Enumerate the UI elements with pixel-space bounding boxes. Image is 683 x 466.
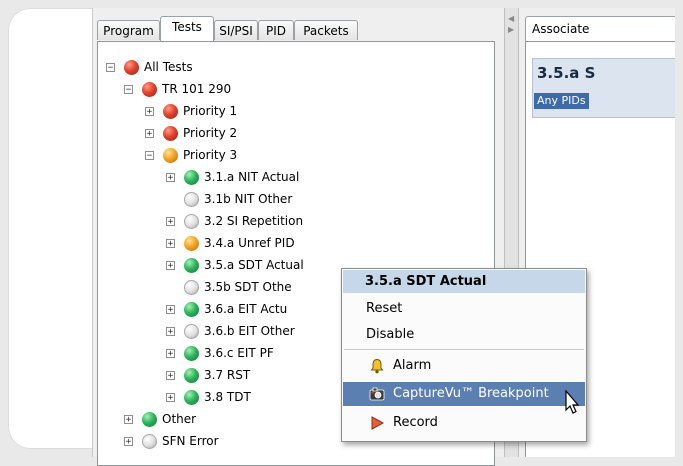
tab-packets[interactable]: Packets bbox=[294, 20, 358, 40]
tree-node[interactable]: + Other bbox=[124, 408, 196, 430]
associated-pid-filter[interactable]: Any PIDs bbox=[534, 93, 589, 109]
tree-node[interactable]: + Priority 1 bbox=[145, 100, 237, 122]
status-orange-icon bbox=[163, 147, 178, 163]
expand-icon[interactable]: + bbox=[166, 304, 175, 314]
status-green-icon bbox=[184, 257, 199, 273]
tree-node[interactable]: + SFN Error bbox=[124, 430, 219, 452]
tree-node-label: All Tests bbox=[144, 60, 193, 74]
expand-icon[interactable]: + bbox=[145, 128, 154, 138]
tree-node-label: Priority 3 bbox=[183, 148, 238, 162]
expand-icon[interactable]: + bbox=[166, 216, 175, 226]
tree-node[interactable]: 3.1b NIT Other bbox=[166, 188, 292, 210]
status-green-icon bbox=[184, 301, 199, 317]
expand-icon[interactable]: + bbox=[124, 436, 133, 446]
status-red-icon bbox=[163, 125, 178, 141]
tree-node-label: 3.1b NIT Other bbox=[204, 192, 293, 206]
expand-icon[interactable]: + bbox=[166, 370, 175, 380]
tree-node-label: 3.5.a SDT Actual bbox=[204, 258, 304, 272]
expand-icon[interactable]: + bbox=[145, 106, 154, 116]
context-menu-title: 3.5.a SDT Actual bbox=[343, 270, 585, 293]
status-green-icon bbox=[184, 169, 199, 185]
tree-node[interactable]: + Priority 2 bbox=[145, 122, 237, 144]
collapse-left-icon[interactable]: ◀ bbox=[508, 14, 514, 23]
menu-item-record[interactable]: Record bbox=[343, 411, 585, 434]
camera-icon bbox=[369, 387, 385, 401]
menu-item-capturevu-label: CaptureVu™ Breakpoint bbox=[393, 386, 549, 401]
tree-node-label: 3.5b SDT Othe bbox=[204, 280, 292, 294]
status-white-icon bbox=[184, 191, 199, 207]
tree-node[interactable]: +3.8 TDT bbox=[166, 386, 251, 408]
context-menu: 3.5.a SDT Actual Reset Disable Alarm Cap… bbox=[341, 268, 587, 442]
status-red-icon bbox=[142, 81, 157, 97]
tree-node[interactable]: +3.6.a EIT Actu bbox=[166, 298, 287, 320]
mouse-pointer-icon bbox=[565, 390, 580, 414]
tree-node[interactable]: +3.7 RST bbox=[166, 364, 250, 386]
associated-header: 3.5.a S Any PIDs bbox=[532, 58, 675, 118]
tree-node[interactable]: +3.6.b EIT Other bbox=[166, 320, 295, 342]
tab-tests[interactable]: Tests bbox=[160, 16, 214, 41]
tree-node[interactable]: +3.1.a NIT Actual bbox=[166, 166, 299, 188]
status-green-icon bbox=[142, 411, 157, 427]
status-orange-icon bbox=[184, 235, 199, 251]
menu-item-disable[interactable]: Disable bbox=[343, 323, 585, 346]
expand-icon[interactable]: + bbox=[166, 348, 175, 358]
tree-node-label: 3.1.a NIT Actual bbox=[204, 170, 300, 184]
tree-node-label: Other bbox=[162, 412, 197, 426]
associated-title: 3.5.a S bbox=[537, 64, 596, 82]
expand-icon[interactable]: + bbox=[166, 260, 175, 270]
tree-node-label: 3.2 SI Repetition bbox=[204, 214, 304, 228]
expand-icon[interactable]: + bbox=[124, 414, 133, 424]
menu-item-record-label: Record bbox=[393, 415, 438, 430]
tree-node-label: 3.6.c EIT PF bbox=[204, 346, 274, 360]
tab-pid[interactable]: PID bbox=[258, 20, 294, 40]
tree-node-label: 3.7 RST bbox=[204, 368, 251, 382]
tab-bar: Program Tests SI/PSI PID Packets bbox=[97, 16, 505, 42]
expand-icon[interactable]: + bbox=[166, 172, 175, 182]
expand-icon[interactable]: + bbox=[166, 326, 175, 336]
menu-item-alarm-label: Alarm bbox=[393, 358, 432, 373]
tree-node-label: Priority 1 bbox=[183, 104, 238, 118]
collapse-icon[interactable]: − bbox=[106, 62, 115, 72]
status-green-icon bbox=[184, 367, 199, 383]
collapse-right-icon[interactable]: ▶ bbox=[508, 25, 514, 34]
expand-icon[interactable]: + bbox=[166, 238, 175, 248]
tree-node-label: 3.4.a Unref PID bbox=[204, 236, 295, 250]
status-white-icon bbox=[184, 323, 199, 339]
tree-node[interactable]: +3.5.a SDT Actual bbox=[166, 254, 304, 276]
tree-node[interactable]: +3.6.c EIT PF bbox=[166, 342, 274, 364]
menu-separator bbox=[344, 349, 584, 350]
collapse-icon[interactable]: − bbox=[124, 84, 133, 94]
menu-item-reset[interactable]: Reset bbox=[343, 297, 585, 320]
status-red-icon bbox=[163, 103, 178, 119]
tree-node-label: SFN Error bbox=[162, 434, 219, 448]
status-white-icon bbox=[142, 433, 157, 449]
tree-node-label: Priority 2 bbox=[183, 126, 238, 140]
status-green-icon bbox=[184, 345, 199, 361]
status-white-icon bbox=[184, 279, 199, 295]
tab-si-psi[interactable]: SI/PSI bbox=[214, 20, 258, 40]
tab-associated[interactable]: Associate bbox=[525, 16, 675, 42]
tab-program[interactable]: Program bbox=[97, 20, 160, 40]
tree-node[interactable]: +3.2 SI Repetition bbox=[166, 210, 303, 232]
tree-node[interactable]: 3.5b SDT Othe bbox=[166, 276, 292, 298]
record-icon bbox=[371, 416, 385, 430]
bell-icon bbox=[370, 358, 384, 374]
status-red-icon bbox=[124, 59, 139, 75]
tree-node[interactable]: − Priority 3 bbox=[145, 144, 237, 166]
menu-item-alarm[interactable]: Alarm bbox=[343, 354, 585, 377]
tree-node[interactable]: +3.4.a Unref PID bbox=[166, 232, 295, 254]
status-white-icon bbox=[184, 213, 199, 229]
tree-node-label: TR 101 290 bbox=[162, 82, 232, 96]
status-green-icon bbox=[184, 389, 199, 405]
tree-node[interactable]: − TR 101 290 bbox=[124, 78, 231, 100]
tree-node[interactable]: − All Tests bbox=[106, 56, 193, 78]
tree-node-label: 3.8 TDT bbox=[204, 390, 251, 404]
collapse-icon[interactable]: − bbox=[145, 150, 154, 160]
menu-item-capturevu-breakpoint[interactable]: CaptureVu™ Breakpoint bbox=[343, 382, 585, 406]
tree-node-label: 3.6.b EIT Other bbox=[204, 324, 295, 338]
tree-node-label: 3.6.a EIT Actu bbox=[204, 302, 288, 316]
expand-icon[interactable]: + bbox=[166, 392, 175, 402]
